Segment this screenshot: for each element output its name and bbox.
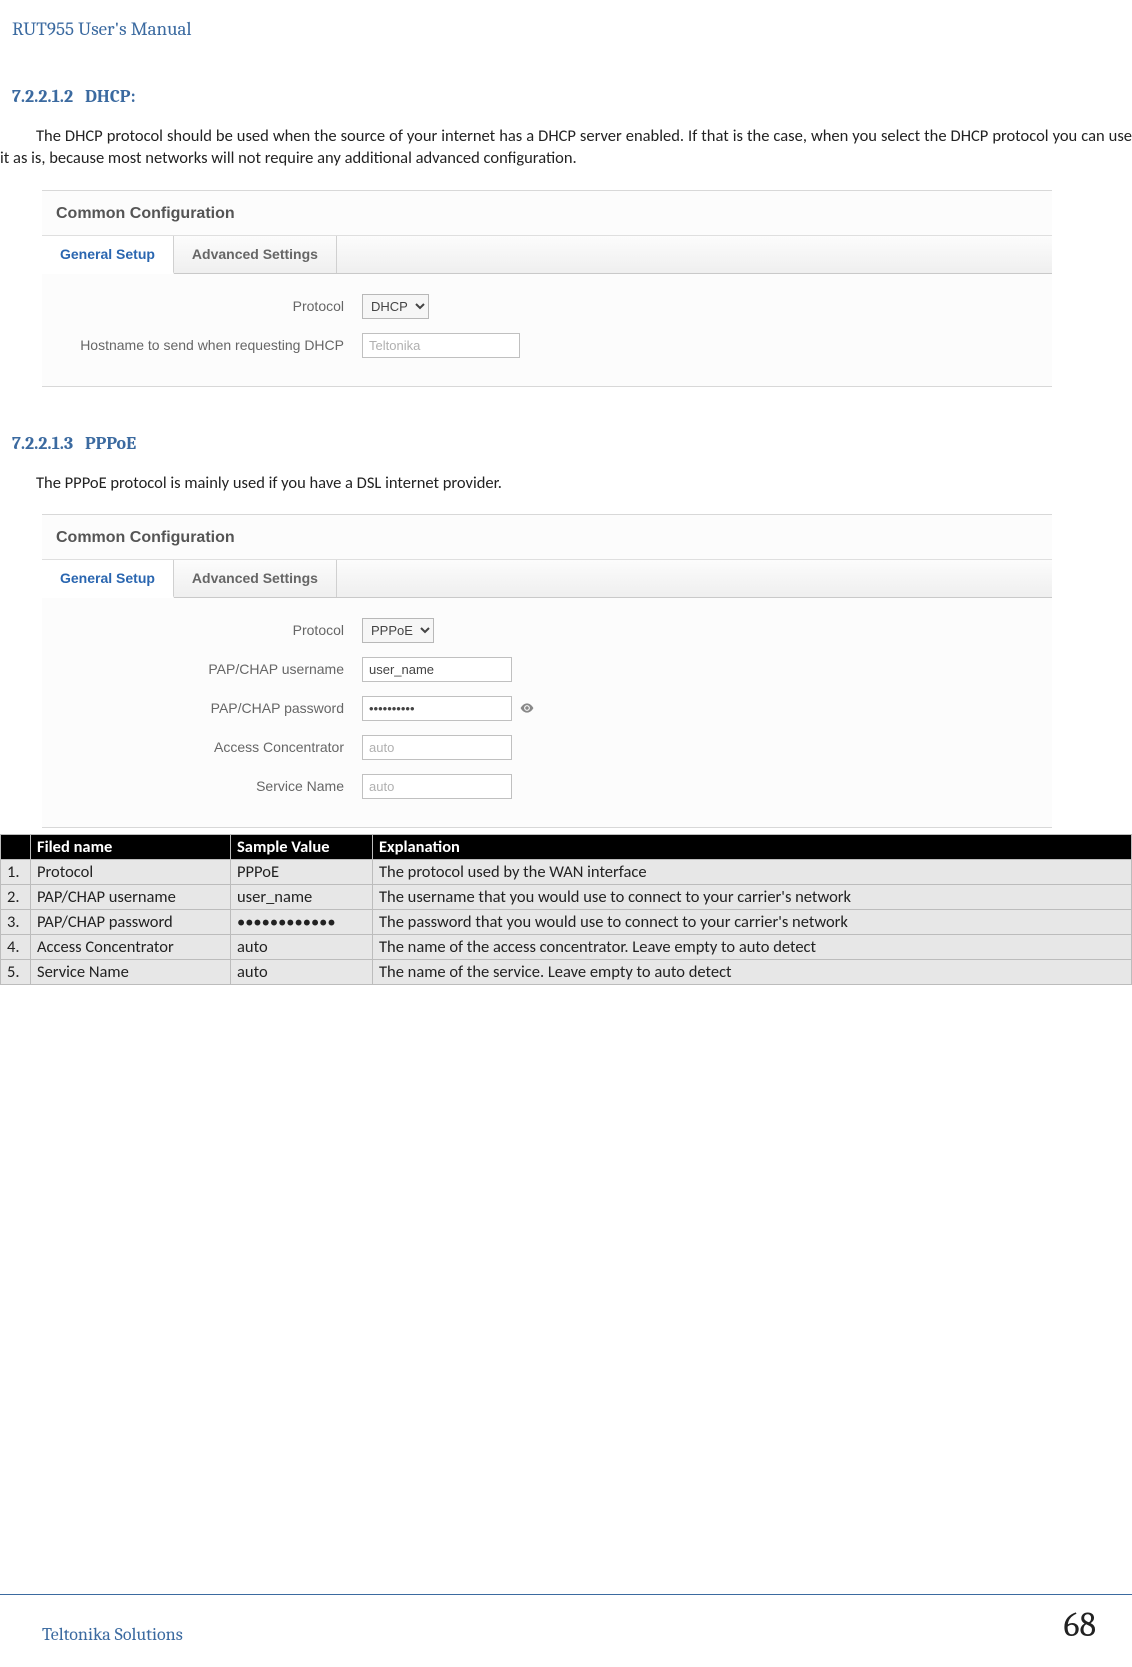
input-hostname[interactable]	[362, 333, 520, 358]
cell-num: 2.	[1, 884, 31, 909]
footer-page-number: 68	[1064, 1605, 1096, 1645]
cell-expl: The protocol used by the WAN interface	[373, 859, 1132, 884]
paragraph-dhcp: The DHCP protocol should be used when th…	[0, 119, 1132, 184]
table-row: 4. Access Concentrator auto The name of …	[1, 934, 1132, 959]
footer: Teltonika Solutions 68	[0, 1594, 1132, 1645]
label-protocol: Protocol	[42, 622, 362, 638]
section-heading-pppoe: 7.2.2.1.3 PPPoE	[0, 393, 1132, 466]
select-protocol[interactable]: DHCP	[362, 294, 429, 319]
tab-advanced-settings[interactable]: Advanced Settings	[174, 236, 337, 273]
label-hostname: Hostname to send when requesting DHCP	[42, 337, 362, 353]
cell-sample: auto	[231, 934, 373, 959]
select-protocol[interactable]: PPPoE	[362, 618, 434, 643]
cell-expl: The password that you would use to conne…	[373, 909, 1132, 934]
tab-general-setup[interactable]: General Setup	[42, 236, 174, 274]
th-explanation: Explanation	[373, 834, 1132, 859]
cell-field: Access Concentrator	[31, 934, 231, 959]
cell-num: 4.	[1, 934, 31, 959]
eye-icon[interactable]	[520, 701, 534, 716]
section-title: PPPoE	[85, 433, 136, 454]
panel-heading: Common Configuration	[42, 515, 1052, 559]
cell-sample: auto	[231, 959, 373, 984]
tabs: General Setup Advanced Settings	[42, 236, 1052, 274]
label-password: PAP/CHAP password	[42, 700, 362, 716]
cell-field: PAP/CHAP username	[31, 884, 231, 909]
cell-expl: The name of the service. Leave empty to …	[373, 959, 1132, 984]
cell-field: Protocol	[31, 859, 231, 884]
paragraph-pppoe: The PPPoE protocol is mainly used if you…	[0, 466, 1132, 508]
doc-header: RUT955 User's Manual	[0, 18, 1132, 46]
config-panel-dhcp: Common Configuration General Setup Advan…	[42, 190, 1052, 387]
input-password[interactable]	[362, 696, 512, 721]
label-protocol: Protocol	[42, 298, 362, 314]
input-username[interactable]	[362, 657, 512, 682]
th-field-name: Filed name	[31, 834, 231, 859]
th-sample-value: Sample Value	[231, 834, 373, 859]
footer-company: Teltonika Solutions	[42, 1624, 183, 1645]
section-num: 7.2.2.1.3	[12, 433, 73, 454]
th-blank	[1, 834, 31, 859]
cell-num: 3.	[1, 909, 31, 934]
parameters-table: Filed name Sample Value Explanation 1. P…	[0, 834, 1132, 985]
cell-field: PAP/CHAP password	[31, 909, 231, 934]
input-access-concentrator[interactable]	[362, 735, 512, 760]
cell-sample: user_name	[231, 884, 373, 909]
label-username: PAP/CHAP username	[42, 661, 362, 677]
panel-heading: Common Configuration	[42, 191, 1052, 235]
config-panel-pppoe: Common Configuration General Setup Advan…	[42, 514, 1052, 828]
cell-expl: The name of the access concentrator. Lea…	[373, 934, 1132, 959]
cell-num: 5.	[1, 959, 31, 984]
section-title: DHCP:	[85, 86, 136, 107]
table-row: 5. Service Name auto The name of the ser…	[1, 959, 1132, 984]
cell-sample: ••••••••••••	[231, 909, 373, 934]
tab-general-setup[interactable]: General Setup	[42, 560, 174, 598]
cell-expl: The username that you would use to conne…	[373, 884, 1132, 909]
tab-advanced-settings[interactable]: Advanced Settings	[174, 560, 337, 597]
table-row: 2. PAP/CHAP username user_name The usern…	[1, 884, 1132, 909]
label-access-concentrator: Access Concentrator	[42, 739, 362, 755]
section-num: 7.2.2.1.2	[12, 86, 73, 107]
section-heading-dhcp: 7.2.2.1.2 DHCP:	[0, 46, 1132, 119]
cell-sample: PPPoE	[231, 859, 373, 884]
input-service-name[interactable]	[362, 774, 512, 799]
tabs: General Setup Advanced Settings	[42, 560, 1052, 598]
cell-num: 1.	[1, 859, 31, 884]
table-row: 1. Protocol PPPoE The protocol used by t…	[1, 859, 1132, 884]
cell-field: Service Name	[31, 959, 231, 984]
paragraph-text: The DHCP protocol should be used when th…	[0, 125, 1132, 170]
label-service-name: Service Name	[42, 778, 362, 794]
paragraph-text: The PPPoE protocol is mainly used if you…	[0, 472, 1132, 494]
table-row: 3. PAP/CHAP password •••••••••••• The pa…	[1, 909, 1132, 934]
